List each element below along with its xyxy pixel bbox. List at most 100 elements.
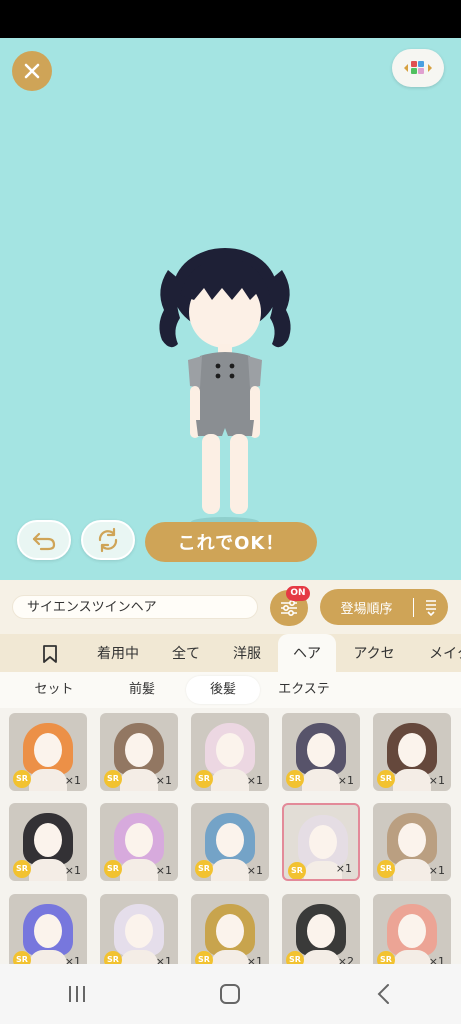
avatar-head xyxy=(309,825,337,859)
avatar-head xyxy=(125,823,153,857)
avatar-head xyxy=(34,914,62,948)
refresh-icon xyxy=(98,527,118,553)
avatar-shoulders xyxy=(29,769,67,791)
avatar-shoulders xyxy=(120,769,158,791)
avatar-shoulders xyxy=(120,859,158,881)
avatar-head xyxy=(216,733,244,767)
category-tabs: 着用中 全て 洋服 ヘア アクセ メイク xyxy=(0,634,461,672)
rarity-badge: SR xyxy=(195,770,213,788)
rarity-badge: SR xyxy=(104,860,122,878)
tab-all[interactable]: 全て xyxy=(162,634,210,672)
tab-accessory[interactable]: アクセ xyxy=(344,634,404,672)
rarity-badge: SR xyxy=(104,951,122,964)
tab-bookmark[interactable] xyxy=(30,634,70,672)
item-count: ×1 xyxy=(335,862,352,875)
recent-apps-icon xyxy=(68,986,85,1002)
hair-item-card[interactable]: SR ×1 xyxy=(191,713,269,791)
item-grid: SR ×1 SR ×1 SR ×1 SR ×1 SR ×1 SR ×1 SR ×1 SR ×1 SR ×1 SR ×1… xyxy=(0,708,461,964)
item-count: ×1 xyxy=(64,774,81,787)
sliders-icon xyxy=(281,599,297,617)
rarity-badge: SR xyxy=(13,860,31,878)
item-count: ×1 xyxy=(246,864,263,877)
hair-item-card[interactable]: SR ×1 xyxy=(373,894,451,964)
subtab-set[interactable]: セット xyxy=(22,676,86,704)
item-count: ×1 xyxy=(64,955,81,964)
tab-wearing[interactable]: 着用中 xyxy=(88,634,148,672)
avatar-head xyxy=(34,823,62,857)
undo-button[interactable] xyxy=(17,520,71,560)
avatar-shoulders xyxy=(302,950,340,964)
item-count: ×1 xyxy=(246,774,263,787)
sort-button[interactable]: 登場順序 xyxy=(320,589,448,625)
bookmark-icon xyxy=(43,645,57,663)
avatar-shoulders xyxy=(29,859,67,881)
rarity-badge: SR xyxy=(377,770,395,788)
hair-item-card[interactable]: SR ×1 xyxy=(373,803,451,881)
avatar-head xyxy=(34,733,62,767)
avatar-preview xyxy=(159,248,291,527)
rarity-badge: SR xyxy=(195,860,213,878)
rarity-badge: SR xyxy=(288,862,306,879)
background-palette-icon xyxy=(404,61,432,74)
rarity-badge: SR xyxy=(195,951,213,964)
back-icon xyxy=(377,984,390,1004)
close-button[interactable] xyxy=(12,51,52,91)
item-count: ×1 xyxy=(428,864,445,877)
item-count: ×1 xyxy=(64,864,81,877)
hair-item-card[interactable]: SR ×1 xyxy=(100,803,178,881)
tab-clothes[interactable]: 洋服 xyxy=(222,634,272,672)
hair-item-card[interactable]: SR ×1 xyxy=(9,803,87,881)
rarity-badge: SR xyxy=(377,860,395,878)
avatar-shoulders xyxy=(120,950,158,964)
avatar-shoulders xyxy=(211,859,249,881)
hair-item-card[interactable]: SR ×1 xyxy=(9,713,87,791)
rarity-badge: SR xyxy=(13,951,31,964)
avatar-head xyxy=(125,914,153,948)
undo-icon xyxy=(32,532,56,551)
rarity-badge: SR xyxy=(286,770,304,788)
tab-hair[interactable]: ヘア xyxy=(278,634,336,672)
item-count: ×1 xyxy=(428,955,445,964)
subtab-front-hair[interactable]: 前髪 xyxy=(112,676,172,704)
avatar-shoulders xyxy=(211,950,249,964)
confirm-button[interactable]: これでOK！ xyxy=(145,522,317,562)
rarity-badge: SR xyxy=(286,951,304,964)
hair-item-card[interactable]: SR ×1 xyxy=(191,894,269,964)
tab-makeup[interactable]: メイク xyxy=(420,634,461,672)
subtab-back-hair[interactable]: 後髪 xyxy=(186,676,260,704)
avatar-head xyxy=(125,733,153,767)
home-button[interactable] xyxy=(200,974,260,1014)
avatar-head xyxy=(216,914,244,948)
item-count: ×1 xyxy=(246,955,263,964)
item-count: ×1 xyxy=(337,774,354,787)
hair-item-card[interactable]: SR ×1 xyxy=(9,894,87,964)
hair-item-card[interactable]: SR ×1 xyxy=(100,894,178,964)
hair-item-card[interactable]: SR ×1 xyxy=(373,713,451,791)
item-count: ×1 xyxy=(155,864,172,877)
hair-item-card[interactable]: SR ×1 xyxy=(282,803,360,881)
sort-order-icon[interactable] xyxy=(414,598,448,616)
hair-item-card[interactable]: SR ×1 xyxy=(100,713,178,791)
item-count: ×2 xyxy=(337,955,354,964)
avatar-head xyxy=(216,823,244,857)
avatar-shoulders xyxy=(393,769,431,791)
item-name-field: サイエンスツインヘア xyxy=(12,595,258,619)
rarity-badge: SR xyxy=(377,951,395,964)
sort-label: 登場順序 xyxy=(320,597,414,617)
subtab-extensions[interactable]: エクステ xyxy=(266,676,342,704)
background-switch-button[interactable] xyxy=(392,49,444,87)
rarity-badge: SR xyxy=(104,770,122,788)
hair-item-card[interactable]: SR ×1 xyxy=(282,713,360,791)
item-count: ×1 xyxy=(428,774,445,787)
avatar-shoulders xyxy=(393,859,431,881)
avatar-head xyxy=(398,823,426,857)
avatar-shoulders xyxy=(29,950,67,964)
randomize-button[interactable] xyxy=(81,520,135,560)
avatar-head xyxy=(398,914,426,948)
back-button[interactable] xyxy=(354,974,414,1014)
hair-item-card[interactable]: SR ×2 xyxy=(282,894,360,964)
item-count: ×1 xyxy=(155,955,172,964)
hair-item-card[interactable]: SR ×1 xyxy=(191,803,269,881)
recent-apps-button[interactable] xyxy=(47,974,107,1014)
avatar-shoulders xyxy=(302,769,340,791)
